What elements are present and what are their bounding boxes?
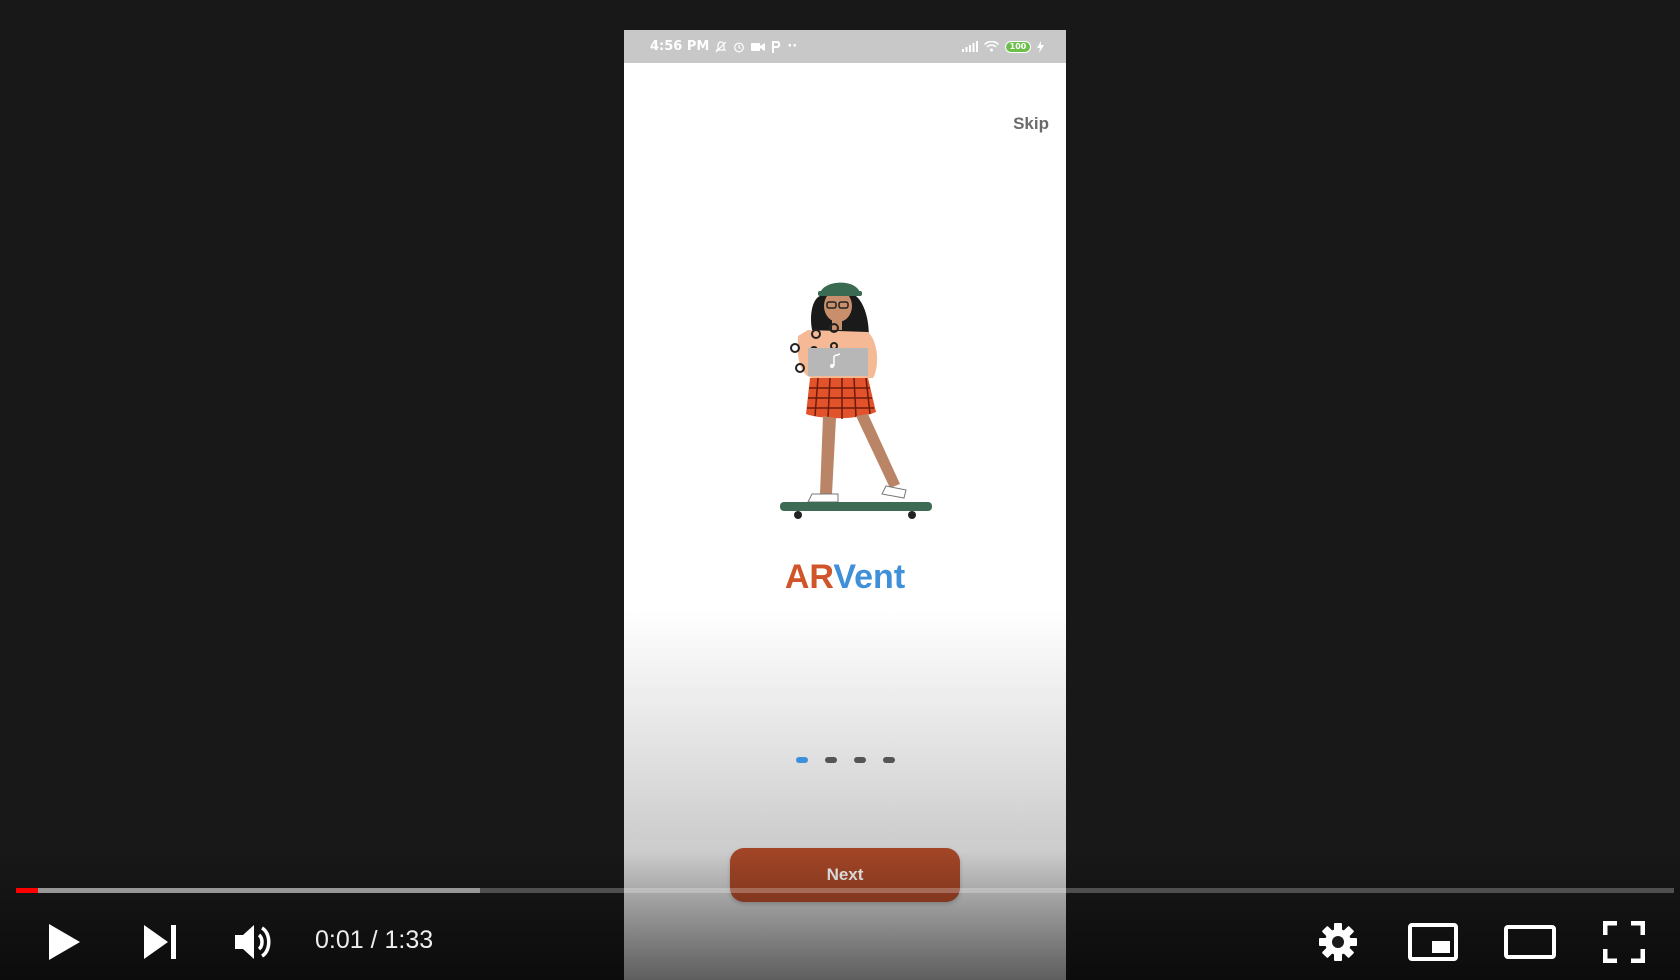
miniplayer-button[interactable] — [1408, 920, 1458, 964]
skateboarder-illustration — [780, 282, 932, 519]
battery-icon: 100 — [1005, 40, 1031, 53]
time-display: 0:01 / 1:33 — [315, 926, 433, 955]
page-dot[interactable] — [795, 757, 808, 763]
status-bar: 4:56 PM ·· 100 — [624, 30, 1066, 63]
next-video-icon — [144, 925, 176, 959]
page-dot[interactable] — [882, 757, 895, 763]
video-camera-icon — [751, 42, 766, 52]
charging-icon — [1037, 40, 1044, 53]
background-gradient — [624, 610, 1066, 980]
status-time: 4:56 PM — [650, 39, 710, 54]
parking-icon — [771, 40, 781, 53]
page-indicator — [624, 757, 1066, 763]
volume-icon — [235, 925, 271, 959]
mute-button[interactable] — [232, 920, 276, 964]
current-time: 0:01 — [315, 926, 364, 954]
progress-played — [16, 888, 38, 893]
mute-bell-icon — [715, 40, 727, 53]
duration: 1:33 — [384, 926, 434, 954]
next-video-button[interactable] — [138, 920, 182, 964]
wifi-icon — [984, 41, 999, 52]
fullscreen-icon — [1603, 921, 1645, 963]
settings-icon — [1319, 923, 1357, 961]
page-dot[interactable] — [824, 757, 837, 763]
video-player[interactable]: 4:56 PM ·· 100 Skip ARVent Next 0:01 / 1… — [0, 0, 1680, 980]
skip-button[interactable]: Skip — [1013, 114, 1049, 134]
brand-part-vent: Vent — [833, 558, 906, 596]
progress-loaded — [16, 888, 481, 893]
theater-mode-icon — [1504, 925, 1556, 959]
fullscreen-button[interactable] — [1602, 920, 1646, 964]
brand-part-ar: AR — [784, 558, 834, 596]
more-notifications: ·· — [787, 39, 798, 54]
phone-screen: 4:56 PM ·· 100 Skip ARVent Next — [624, 30, 1066, 980]
play-button[interactable] — [42, 920, 86, 964]
signal-icon — [962, 41, 978, 52]
alarm-icon — [733, 41, 745, 53]
time-separator: / — [363, 926, 385, 954]
page-dot[interactable] — [853, 757, 866, 763]
next-button[interactable]: Next — [730, 848, 960, 902]
play-icon — [49, 924, 80, 960]
settings-button[interactable] — [1316, 920, 1360, 964]
app-logo-text: ARVent — [624, 558, 1066, 597]
theater-mode-button[interactable] — [1504, 920, 1556, 964]
progress-bar[interactable] — [16, 888, 1674, 893]
miniplayer-icon — [1408, 923, 1458, 961]
